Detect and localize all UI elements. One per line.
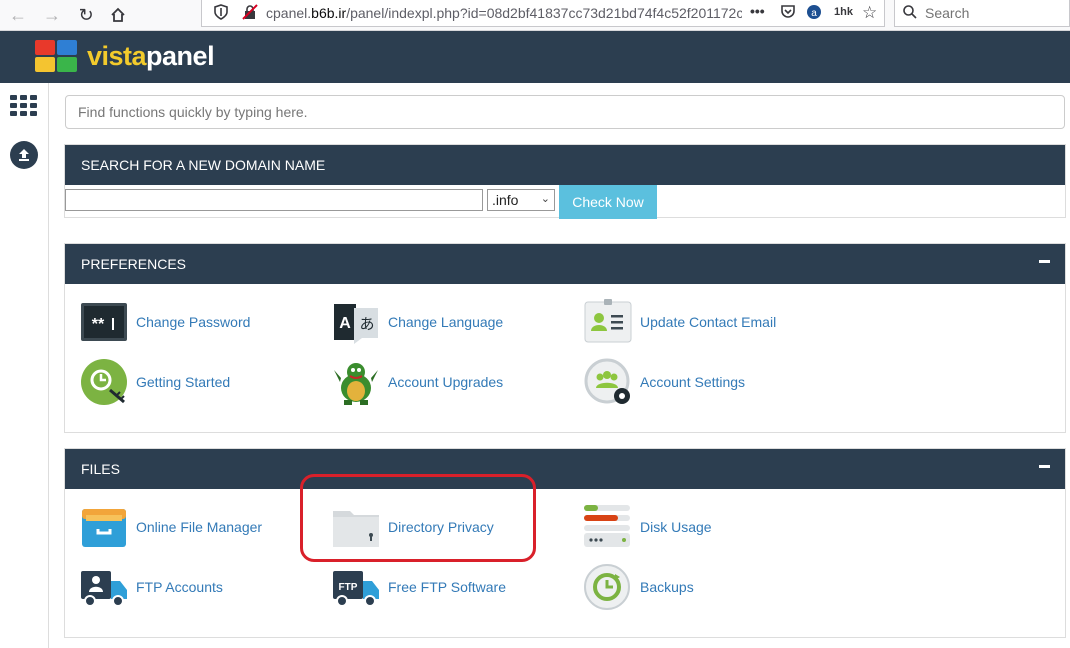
- language-icon: Aあ: [332, 298, 380, 346]
- contact-icon: [584, 298, 632, 346]
- brand-name[interactable]: vistapanel: [87, 41, 215, 72]
- dragon-icon: [332, 358, 380, 406]
- password-icon: **: [80, 298, 128, 346]
- page-actions-icon[interactable]: •••: [750, 3, 765, 19]
- pref-item-update-contact-email[interactable]: Update Contact Email: [584, 298, 776, 346]
- shield-icon[interactable]: [214, 4, 228, 23]
- files-item-label: Online File Manager: [136, 519, 263, 535]
- logo-icon: [35, 40, 79, 73]
- files-item-label: Disk Usage: [640, 519, 712, 535]
- home-icon[interactable]: [106, 3, 130, 27]
- pref-item-label: Update Contact Email: [640, 314, 777, 330]
- files-item-label: Free FTP Software: [388, 579, 507, 595]
- tld-select[interactable]: .info ⌄: [487, 189, 555, 211]
- highlight-annotation: [300, 474, 536, 562]
- account-settings-icon: [584, 358, 632, 406]
- ftp-software-icon: FTP: [332, 563, 380, 611]
- files-item-backups[interactable]: Backups: [584, 563, 694, 611]
- tld-selected-value: .info: [492, 192, 519, 208]
- chevron-down-icon: ⌄: [540, 193, 550, 205]
- files-item-disk-usage[interactable]: Disk Usage: [584, 503, 712, 551]
- sidebar: [0, 83, 49, 648]
- pref-item-getting-started[interactable]: Getting Started: [80, 358, 230, 406]
- svg-text:**: **: [92, 316, 105, 333]
- collapse-icon[interactable]: [1039, 465, 1050, 468]
- url-text[interactable]: cpanel.b6b.ir/panel/indexpl.php?id=08d2b…: [266, 5, 742, 21]
- files-item-online-file-manager[interactable]: Online File Manager: [80, 503, 262, 551]
- back-icon[interactable]: ←: [6, 3, 30, 27]
- pref-item-change-language[interactable]: Aあ Change Language: [332, 298, 503, 346]
- svg-text:FTP: FTP: [339, 582, 358, 593]
- files-item-free-ftp-software[interactable]: FTP Free FTP Software: [332, 563, 506, 611]
- search-icon: [903, 5, 917, 24]
- app-header: vistapanel: [0, 31, 1070, 83]
- pref-item-label: Account Upgrades: [388, 374, 504, 390]
- pref-item-change-password[interactable]: ** Change Password: [80, 298, 250, 346]
- files-title: FILES: [81, 461, 120, 477]
- domain-name-input[interactable]: [65, 189, 483, 211]
- disk-usage-icon: [584, 503, 632, 551]
- pref-item-account-upgrades[interactable]: Account Upgrades: [332, 358, 503, 406]
- extension-a-icon[interactable]: a: [806, 4, 822, 23]
- files-item-ftp-accounts[interactable]: FTP Accounts: [80, 563, 223, 611]
- backups-icon: [584, 563, 632, 611]
- browser-toolbar: ← → ↻ cpanel.b6b.ir/panel/indexpl.php?id…: [0, 0, 1070, 31]
- extension-1hk-icon[interactable]: 1hk: [834, 6, 853, 18]
- preferences-header[interactable]: PREFERENCES: [65, 244, 1065, 284]
- apps-grid-icon[interactable]: [10, 95, 38, 117]
- ftp-accounts-icon: [80, 563, 128, 611]
- browser-search-placeholder: Search: [925, 5, 970, 21]
- preferences-title: PREFERENCES: [81, 256, 187, 272]
- domain-search-title: SEARCH FOR A NEW DOMAIN NAME: [65, 145, 1065, 185]
- files-header[interactable]: FILES: [65, 449, 1065, 489]
- bookmark-star-icon[interactable]: ☆: [862, 3, 877, 23]
- svg-text:a: a: [811, 8, 817, 19]
- files-item-label: FTP Accounts: [136, 579, 223, 595]
- reload-icon[interactable]: ↻: [74, 3, 98, 27]
- pref-item-label: Account Settings: [640, 374, 746, 390]
- file-manager-icon: [80, 503, 128, 551]
- getting-started-icon: [80, 358, 128, 406]
- insecure-lock-icon[interactable]: [242, 4, 258, 23]
- pref-item-label: Change Password: [136, 314, 251, 330]
- pocket-icon[interactable]: [780, 4, 796, 23]
- pref-item-account-settings[interactable]: Account Settings: [584, 358, 745, 406]
- domain-search-panel: SEARCH FOR A NEW DOMAIN NAME .info ⌄ Che…: [64, 144, 1066, 219]
- pref-item-label: Change Language: [388, 314, 504, 330]
- files-item-label: Backups: [640, 579, 694, 595]
- check-now-button[interactable]: Check Now: [559, 185, 657, 219]
- svg-text:A: A: [339, 315, 351, 332]
- url-bar[interactable]: cpanel.b6b.ir/panel/indexpl.php?id=08d2b…: [201, 0, 885, 27]
- browser-search-box[interactable]: Search: [894, 0, 1070, 27]
- upload-icon[interactable]: [10, 141, 38, 169]
- function-search-input[interactable]: Find functions quickly by typing here.: [65, 95, 1065, 129]
- pref-item-label: Getting Started: [136, 374, 231, 390]
- collapse-icon[interactable]: [1039, 260, 1050, 263]
- forward-icon[interactable]: →: [40, 3, 64, 27]
- svg-text:あ: あ: [359, 315, 374, 333]
